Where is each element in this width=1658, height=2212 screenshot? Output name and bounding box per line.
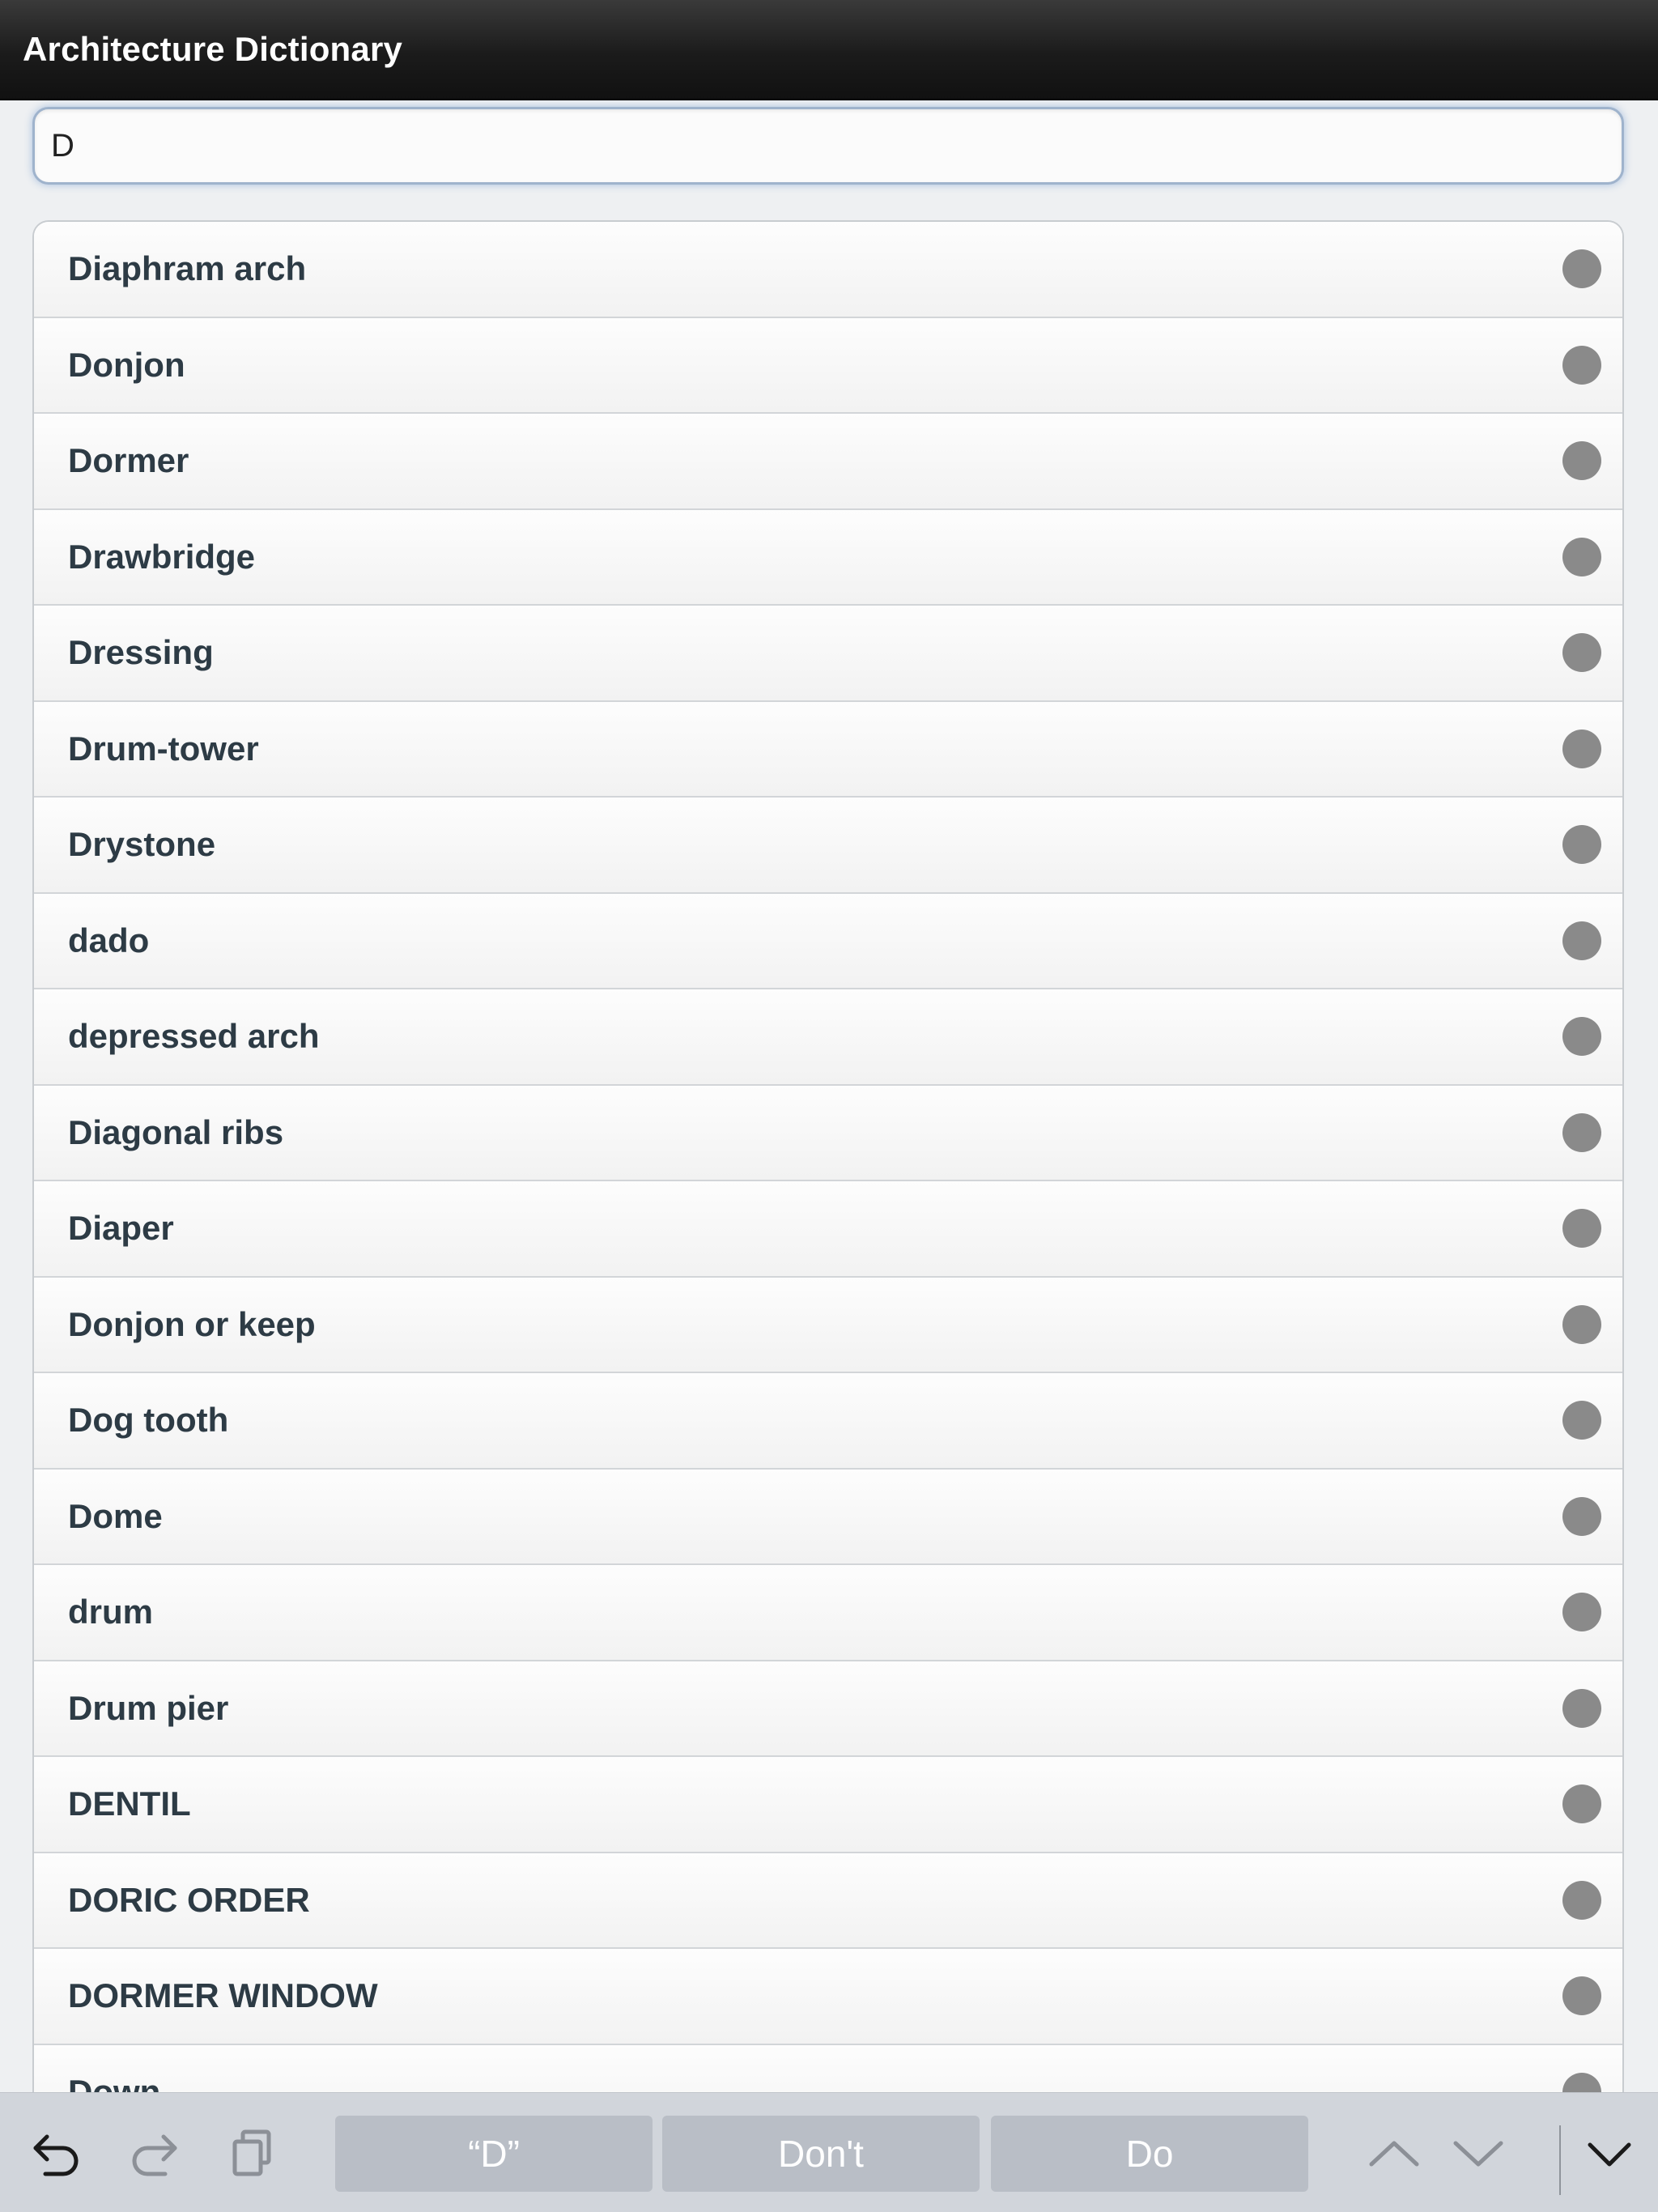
list-item-label: DORIC ORDER	[68, 1880, 310, 1919]
list-item-label: dado	[68, 921, 150, 959]
circle-indicator-icon	[1562, 1496, 1601, 1536]
chevron-up-icon[interactable]	[1362, 2121, 1426, 2185]
circle-indicator-icon	[1562, 921, 1601, 960]
list-item[interactable]: Drum-tower	[34, 701, 1622, 798]
suggestion-label: Do	[1125, 2133, 1174, 2175]
keyboard-shortcut-bar: “D” Don't Do	[0, 2092, 1658, 2212]
list-item[interactable]: Diagonal ribs	[34, 1085, 1622, 1181]
circle-indicator-icon	[1562, 1784, 1601, 1824]
list-item-label: depressed arch	[68, 1017, 320, 1055]
suggestion-do[interactable]: Do	[991, 2116, 1308, 2192]
list-item[interactable]: DENTIL	[34, 1757, 1622, 1853]
circle-indicator-icon	[1562, 537, 1601, 576]
list-item-label: Dog tooth	[68, 1401, 229, 1439]
list-item-label: drum	[68, 1593, 153, 1631]
list-item-label: Drum-tower	[68, 729, 259, 768]
list-item[interactable]: DORIC ORDER	[34, 1853, 1622, 1949]
list-item-label: Dome	[68, 1496, 163, 1535]
list-item[interactable]: Dormer	[34, 414, 1622, 510]
list-item[interactable]: Dog tooth	[34, 1373, 1622, 1470]
list-item[interactable]: Dome	[34, 1469, 1622, 1565]
paste-icon[interactable]	[220, 2121, 285, 2185]
suggestion-label: “D”	[468, 2133, 520, 2175]
list-item-label: Drystone	[68, 825, 216, 863]
list-item[interactable]: Diaper	[34, 1181, 1622, 1278]
circle-indicator-icon	[1562, 1401, 1601, 1440]
list-item[interactable]: Donjon or keep	[34, 1277, 1622, 1373]
list-item[interactable]: dado	[34, 893, 1622, 989]
search-input[interactable]	[35, 109, 1622, 182]
circle-indicator-icon	[1562, 1209, 1601, 1249]
list-item-label: Dressing	[68, 633, 214, 671]
circle-indicator-icon	[1562, 1304, 1601, 1344]
dismiss-keyboard-icon[interactable]	[1577, 2121, 1642, 2185]
term-list: Diaphram arch Donjon Dormer Drawbridge D…	[32, 220, 1624, 2099]
list-item-label: DENTIL	[68, 1784, 191, 1823]
list-item-label: Diaphram arch	[68, 249, 307, 287]
list-item[interactable]: Dressing	[34, 606, 1622, 702]
list-item-label: Diaper	[68, 1209, 174, 1247]
circle-indicator-icon	[1562, 1112, 1601, 1152]
list-item[interactable]: Donjon	[34, 317, 1622, 414]
list-item-label: Dormer	[68, 441, 189, 479]
list-item-label: Donjon or keep	[68, 1304, 316, 1343]
redo-icon[interactable]	[121, 2121, 186, 2185]
circle-indicator-icon	[1562, 1880, 1601, 1920]
list-item[interactable]: DORMER WINDOW	[34, 1949, 1622, 2045]
chevron-down-icon[interactable]	[1446, 2121, 1511, 2185]
list-item-label: DORMER WINDOW	[68, 1976, 378, 2014]
circle-indicator-icon	[1562, 1593, 1601, 1632]
list-item[interactable]: Diaphram arch	[34, 222, 1622, 318]
list-item[interactable]: Drawbridge	[34, 509, 1622, 606]
list-item-label: Diagonal ribs	[68, 1112, 284, 1151]
suggestion-quoted-typed[interactable]: “D”	[335, 2116, 653, 2192]
search-field[interactable]	[32, 107, 1624, 185]
list-item[interactable]: Drystone	[34, 798, 1622, 894]
undo-icon[interactable]	[24, 2121, 89, 2185]
circle-indicator-icon	[1562, 345, 1601, 385]
app-title: Architecture Dictionary	[23, 30, 403, 68]
circle-indicator-icon	[1562, 1976, 1601, 2016]
circle-indicator-icon	[1562, 825, 1601, 865]
circle-indicator-icon	[1562, 249, 1601, 289]
list-item-label: Donjon	[68, 345, 185, 384]
list-item-label: Drum pier	[68, 1688, 229, 1727]
list-item[interactable]: depressed arch	[34, 989, 1622, 1086]
list-item-label: Down	[68, 2072, 161, 2099]
list-item[interactable]: Drum pier	[34, 1661, 1622, 1757]
circle-indicator-icon	[1562, 1688, 1601, 1728]
header-bar: Architecture Dictionary	[0, 0, 1658, 100]
circle-indicator-icon	[1562, 633, 1601, 673]
suggestion-dont[interactable]: Don't	[662, 2116, 980, 2192]
circle-indicator-icon	[1562, 1017, 1601, 1057]
list-item-label: Drawbridge	[68, 537, 256, 576]
list-item[interactable]: drum	[34, 1565, 1622, 1661]
list-item[interactable]: Down	[34, 2044, 1622, 2099]
circle-indicator-icon	[1562, 729, 1601, 768]
circle-indicator-icon	[1562, 441, 1601, 481]
toolbar-divider	[1559, 2125, 1561, 2195]
suggestion-label: Don't	[778, 2133, 864, 2175]
